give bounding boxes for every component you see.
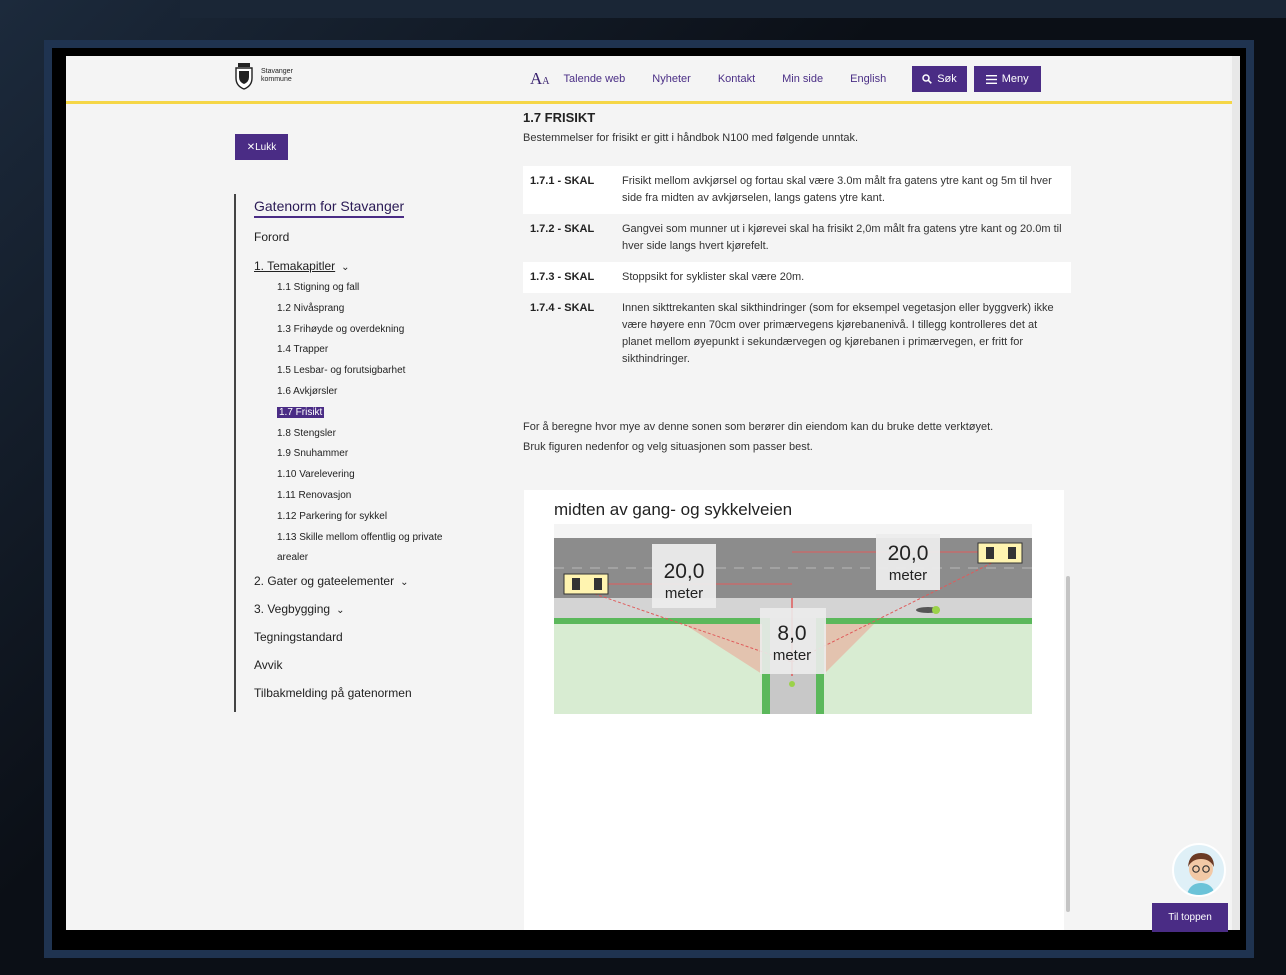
nav-english[interactable]: English xyxy=(850,73,886,85)
sidebar-subitem[interactable]: 1.13 Skille mellom offentlig og private xyxy=(254,528,474,549)
sidebar-item-vegbygging[interactable]: 3. Vegbygging ⌄ xyxy=(254,599,474,619)
sidebar-item-avvik[interactable]: Avvik xyxy=(254,655,474,675)
label-right-unit: meter xyxy=(889,567,927,584)
sidebar-subitem-active[interactable]: 1.7 Frisikt xyxy=(254,403,474,424)
back-to-top-button[interactable]: Til toppen xyxy=(1152,903,1228,932)
calc-text: For å beregne hvor mye av denne sonen so… xyxy=(523,417,1083,457)
font-size-small: A xyxy=(542,76,550,87)
site-header: Stavanger kommune AA Talende web Nyheter… xyxy=(66,56,1240,104)
chatbot-avatar-icon[interactable] xyxy=(1172,843,1226,897)
font-size-large: A xyxy=(530,69,543,88)
browser-page: Stavanger kommune AA Talende web Nyheter… xyxy=(66,56,1240,930)
close-sidebar-button[interactable]: ✕Lukk xyxy=(235,134,288,160)
calc-line1: For å beregne hvor mye av denne sonen so… xyxy=(523,421,994,433)
sidebar-subitem[interactable]: 1.12 Parkering for sykkel xyxy=(254,507,474,528)
label-left-value: 20,0 xyxy=(664,560,705,583)
nav-nyheter[interactable]: Nyheter xyxy=(652,73,691,85)
logo-line1: Stavanger xyxy=(261,68,293,75)
sidebar-subitem[interactable]: 1.6 Avkjørsler xyxy=(254,382,474,403)
label-center-unit: meter xyxy=(773,647,811,664)
chevron-down-icon: ⌄ xyxy=(336,605,345,617)
rule-row: 1.7.3 - SKAL Stoppsikt for syklister ska… xyxy=(523,262,1071,293)
menu-label: Meny xyxy=(1001,73,1029,85)
label-left-unit: meter xyxy=(665,585,703,602)
sidebar-item-forord[interactable]: Forord xyxy=(254,227,474,247)
intro-text: Bestemmelser for frisikt er gitt i håndb… xyxy=(523,132,859,144)
calc-line2: Bruk figuren nedenfor og velg situasjone… xyxy=(523,441,813,453)
section-heading: 1.7 FRISIKT xyxy=(523,110,596,125)
rule-row: 1.7.1 - SKAL Frisikt mellom avkjørsel og… xyxy=(523,166,1071,214)
sidebar-subitem[interactable]: 1.5 Lesbar- og forutsigbarhet xyxy=(254,361,474,382)
logo-line2: kommune xyxy=(261,76,292,83)
frisikt-figure: midten av gang- og sykkelveien 20,0 mete… xyxy=(524,490,1064,930)
rule-code: 1.7.1 - SKAL xyxy=(530,175,595,187)
chevron-down-icon: ⌄ xyxy=(400,577,409,589)
rule-code: 1.7.2 - SKAL xyxy=(530,223,595,235)
hamburger-icon xyxy=(985,74,997,84)
frisikt-diagram: 20,0 meter 20,0 meter 8,0 meter xyxy=(554,524,1032,714)
sidebar-subitem[interactable]: 1.10 Varelevering xyxy=(254,465,474,486)
figure-scrollbar[interactable] xyxy=(1066,576,1070,912)
rules-table: 1.7.1 - SKAL Frisikt mellom avkjørsel og… xyxy=(523,166,1071,375)
nav-talende-web[interactable]: Talende web xyxy=(564,73,626,85)
coat-of-arms-icon xyxy=(234,62,254,90)
sidebar-nav: Gatenorm for Stavanger Forord 1. Temakap… xyxy=(234,194,474,712)
rule-text: Gangvei som munner ut i kjørevei skal ha… xyxy=(622,223,1062,252)
logo-text: Stavanger kommune xyxy=(261,68,293,84)
nav-kontakt[interactable]: Kontakt xyxy=(718,73,755,85)
page-scrollbar-track[interactable] xyxy=(1232,56,1240,930)
sidebar-subitem[interactable]: 1.2 Nivåsprang xyxy=(254,299,474,320)
search-label: Søk xyxy=(937,73,957,85)
sidebar-item-tegningstandard[interactable]: Tegningstandard xyxy=(254,627,474,647)
label-center-value: 8,0 xyxy=(777,622,806,645)
sidebar-subitem[interactable]: 1.9 Snuhammer xyxy=(254,444,474,465)
rule-code: 1.7.4 - SKAL xyxy=(530,302,595,314)
sidebar-subitem[interactable]: 1.8 Stengsler xyxy=(254,424,474,445)
rule-text: Stoppsikt for syklister skal være 20m. xyxy=(622,271,805,283)
sidebar-subitem[interactable]: 1.1 Stigning og fall xyxy=(254,278,474,299)
rule-text: Frisikt mellom avkjørsel og fortau skal … xyxy=(622,175,1052,204)
figure-caption: midten av gang- og sykkelveien xyxy=(554,500,793,519)
menu-button[interactable]: Meny xyxy=(973,66,1041,92)
site-logo[interactable]: Stavanger kommune xyxy=(234,62,293,90)
sidebar-subitem[interactable]: 1.3 Frihøyde og overdekning xyxy=(254,320,474,341)
desktop-stripe xyxy=(180,0,1286,18)
sidebar-item-temakapitler[interactable]: 1. Temakapitler ⌄ xyxy=(254,256,474,276)
sidebar-subitem[interactable]: 1.11 Renovasjon xyxy=(254,486,474,507)
top-nav: AA Talende web Nyheter Kontakt Min side … xyxy=(530,66,1048,92)
sidebar-subitem[interactable]: 1.4 Trapper xyxy=(254,340,474,361)
main-content: 1.7 FRISIKT Bestemmelser for frisikt er … xyxy=(523,110,1083,457)
sidebar-item-tilbakemelding[interactable]: Tilbakmelding på gatenormen xyxy=(254,683,474,703)
search-icon xyxy=(922,74,933,84)
label-right-value: 20,0 xyxy=(888,542,929,565)
sidebar-item-label: 3. Vegbygging xyxy=(254,602,331,617)
nav-min-side[interactable]: Min side xyxy=(782,73,823,85)
sidebar-subitem-cont[interactable]: arealer xyxy=(254,548,474,569)
rule-text: Innen sikttrekanten skal sikthindringer … xyxy=(622,302,1054,365)
sidebar-item-label: 1. Temakapitler xyxy=(254,259,336,273)
sidebar-item-gater[interactable]: 2. Gater og gateelementer ⌄ xyxy=(254,571,474,591)
sidebar-item-label: 2. Gater og gateelementer xyxy=(254,574,395,589)
search-button[interactable]: Søk xyxy=(912,66,967,92)
sidebar-title[interactable]: Gatenorm for Stavanger xyxy=(254,198,405,218)
rule-code: 1.7.3 - SKAL xyxy=(530,271,595,283)
rule-row: 1.7.2 - SKAL Gangvei som munner ut i kjø… xyxy=(523,214,1071,262)
font-size-button[interactable]: AA xyxy=(530,69,550,89)
chevron-down-icon: ⌄ xyxy=(341,262,350,273)
sidebar-subitems: 1.1 Stigning og fall 1.2 Nivåsprang 1.3 … xyxy=(254,278,474,569)
rule-row: 1.7.4 - SKAL Innen sikttrekanten skal si… xyxy=(523,293,1071,375)
active-item-label: 1.7 Frisikt xyxy=(277,406,325,418)
